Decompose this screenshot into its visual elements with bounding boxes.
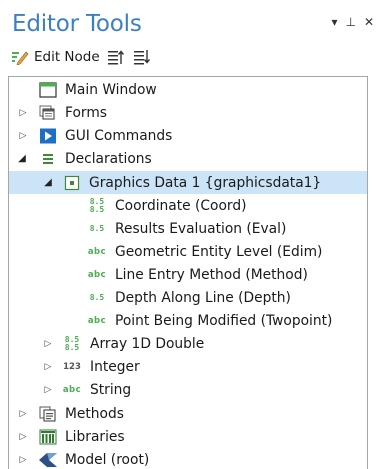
expand-arrow-icon[interactable]: ▷ — [18, 130, 28, 142]
tree-node-libraries[interactable]: ▷ Libraries — [9, 425, 367, 448]
tree-node-label: Array 1D Double — [90, 335, 205, 352]
tree-node-point-being-modified[interactable]: abc Point Being Modified (Twopoint) — [9, 309, 367, 332]
expand-arrow-icon[interactable]: ▷ — [18, 107, 28, 119]
move-up-icon[interactable] — [106, 48, 126, 66]
tree-node-line-entry-method[interactable]: abc Line Entry Method (Method) — [9, 263, 367, 286]
tree-node-array-1d-double[interactable]: ▷ 8.5 8.5 Array 1D Double — [9, 332, 367, 355]
toolbar: Edit Node — [10, 47, 152, 67]
array-double-icon: 8.5 8.5 — [89, 196, 105, 214]
tree-node-label: Depth Along Line (Depth) — [115, 289, 291, 306]
tree-node-coordinate[interactable]: 8.5 8.5 Coordinate (Coord) — [9, 194, 367, 217]
expand-arrow-icon[interactable]: ▷ — [18, 454, 28, 466]
string-icon: abc — [87, 269, 107, 280]
expand-arrow-icon[interactable]: ▷ — [43, 384, 53, 396]
window-icon — [38, 81, 58, 99]
tree-node-label: Geometric Entity Level (Edim) — [115, 243, 323, 260]
declarations-icon — [38, 150, 58, 168]
tree-node-label: String — [90, 381, 132, 398]
panel-header: Editor Tools ▾ ⊥ ✕ — [0, 0, 380, 44]
tree-node-label: GUI Commands — [65, 127, 173, 144]
array-double-icon: 8.5 8.5 — [64, 334, 80, 352]
tree-node-forms[interactable]: ▷ Forms — [9, 101, 367, 124]
tree-node-label: Declarations — [65, 150, 152, 167]
collapse-arrow-icon[interactable]: ◢ — [43, 177, 53, 189]
tree-node-label: Main Window — [65, 81, 157, 98]
string-icon: abc — [87, 246, 107, 257]
edit-node-label: Edit Node — [34, 49, 100, 65]
expand-arrow-icon[interactable]: ▷ — [43, 361, 53, 373]
tree-node-results-evaluation[interactable]: 8.5 Results Evaluation (Eval) — [9, 217, 367, 240]
panel-controls: ▾ ⊥ ✕ — [331, 15, 374, 29]
edit-node-button[interactable]: Edit Node — [10, 48, 100, 66]
tree-node-label: Coordinate (Coord) — [115, 197, 247, 214]
tree-node-label: Forms — [65, 104, 107, 121]
expand-arrow-icon[interactable]: ▷ — [43, 338, 53, 350]
tree-node-graphics-data-1[interactable]: ◢ Graphics Data 1 {graphicsdata1} — [9, 171, 367, 194]
tree-view[interactable]: Main Window ▷ Forms ▷ GUI Commands ◢ Dec… — [8, 76, 368, 469]
tree-node-integer[interactable]: ▷ 123 Integer — [9, 355, 367, 378]
gui-command-play-icon — [38, 127, 58, 145]
string-icon: abc — [62, 384, 82, 395]
tree-node-label: Methods — [65, 405, 124, 422]
tree-node-model-root[interactable]: ▷ Model (root) — [9, 448, 367, 469]
tree-node-label: Results Evaluation (Eval) — [115, 220, 287, 237]
close-icon[interactable]: ✕ — [364, 15, 374, 29]
integer-icon: 123 — [63, 361, 81, 372]
tree-node-label: Point Being Modified (Twopoint) — [115, 312, 333, 329]
model-icon — [38, 451, 58, 469]
string-icon: abc — [87, 315, 107, 326]
graphics-data-icon — [62, 174, 82, 192]
expand-arrow-icon[interactable]: ▷ — [18, 431, 28, 443]
tree-node-label: Line Entry Method (Method) — [115, 266, 308, 283]
panel-menu-dropdown-icon[interactable]: ▾ — [331, 15, 337, 29]
double-icon: 8.5 — [89, 292, 105, 302]
panel-title: Editor Tools — [12, 11, 142, 37]
tree-node-depth-along-line[interactable]: 8.5 Depth Along Line (Depth) — [9, 286, 367, 309]
collapse-arrow-icon[interactable]: ◢ — [17, 153, 27, 165]
tree-node-label: Graphics Data 1 {graphicsdata1} — [89, 174, 322, 191]
tree-node-methods[interactable]: ▷ Methods — [9, 402, 367, 425]
tree-node-label: Integer — [90, 358, 140, 375]
double-icon: 8.5 — [89, 223, 105, 233]
move-down-icon[interactable] — [132, 48, 152, 66]
pin-icon[interactable]: ⊥ — [345, 15, 355, 29]
tree-node-label: Model (root) — [65, 451, 150, 468]
libraries-icon — [38, 428, 58, 446]
tree-node-geometric-entity-level[interactable]: abc Geometric Entity Level (Edim) — [9, 240, 367, 263]
forms-icon — [38, 104, 58, 122]
methods-icon — [38, 405, 58, 423]
tree-node-label: Libraries — [65, 428, 125, 445]
expand-arrow-icon[interactable]: ▷ — [18, 408, 28, 420]
tree-node-string[interactable]: ▷ abc String — [9, 378, 367, 401]
edit-node-icon — [10, 48, 30, 66]
tree-node-main-window[interactable]: Main Window — [9, 78, 367, 101]
tree-node-declarations[interactable]: ◢ Declarations — [9, 147, 367, 170]
tree-node-gui-commands[interactable]: ▷ GUI Commands — [9, 124, 367, 147]
